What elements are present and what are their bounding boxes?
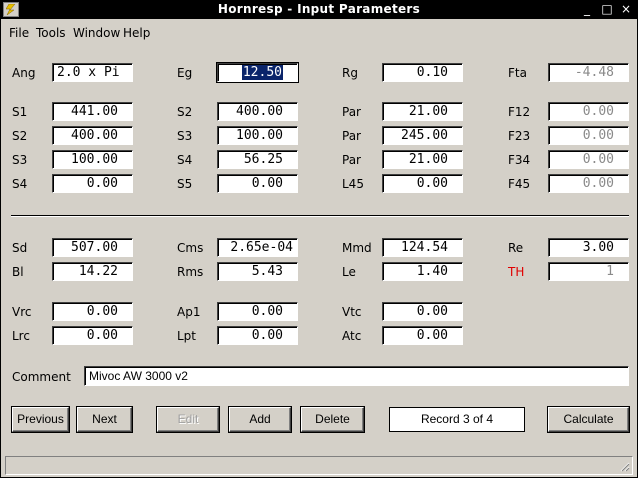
label-comment: Comment (12, 370, 71, 384)
menu-bar: File Tools Window Help (1, 23, 637, 43)
field-f45: 0.00 (548, 174, 629, 193)
label-atc: Atc (342, 329, 362, 343)
label-f45: F45 (508, 177, 531, 191)
label-th: TH (508, 265, 525, 279)
label-s4: S4 (12, 177, 28, 191)
field-lrc[interactable]: 0.00 (52, 326, 133, 345)
label-s3: S3 (12, 153, 28, 167)
label-par-2: Par (342, 129, 361, 143)
label-s1: S1 (12, 105, 28, 119)
label-re: Re (508, 241, 524, 255)
field-l45[interactable]: 0.00 (382, 174, 463, 193)
label-sd: Sd (12, 241, 28, 255)
resize-grip-icon[interactable] (618, 460, 630, 472)
field-bl[interactable]: 14.22 (52, 262, 133, 281)
label-s2-b: S2 (177, 105, 193, 119)
label-s2: S2 (12, 129, 28, 143)
field-rg[interactable]: 0.10 (382, 63, 463, 82)
field-re[interactable]: 3.00 (548, 238, 629, 257)
label-lrc: Lrc (12, 329, 30, 343)
label-ang: Ang (12, 66, 36, 80)
previous-button[interactable]: Previous (12, 407, 69, 432)
calculate-button[interactable]: Calculate (548, 407, 629, 432)
label-le: Le (342, 265, 356, 279)
field-s5[interactable]: 0.00 (217, 174, 298, 193)
field-rms[interactable]: 5.43 (217, 262, 298, 281)
menu-file[interactable]: File (9, 26, 29, 40)
field-eg[interactable]: 12.50 (216, 62, 299, 83)
label-s3-b: S3 (177, 129, 193, 143)
field-eg-selected-text: 12.50 (241, 65, 283, 80)
label-bl: Bl (12, 265, 24, 279)
field-le[interactable]: 1.40 (382, 262, 463, 281)
label-par-3: Par (342, 153, 361, 167)
field-atc[interactable]: 0.00 (382, 326, 463, 345)
field-cms[interactable]: 2.65e-04 (217, 238, 298, 257)
hornresp-window: Hornresp - Input Parameters _ □ × File T… (0, 0, 638, 478)
label-l45: L45 (342, 177, 364, 191)
field-s3-b[interactable]: 100.00 (217, 126, 298, 145)
field-vrc[interactable]: 0.00 (52, 302, 133, 321)
label-par-1: Par (342, 105, 361, 119)
label-ap1: Ap1 (177, 305, 201, 319)
field-par-1[interactable]: 21.00 (382, 102, 463, 121)
field-lpt[interactable]: 0.00 (217, 326, 298, 345)
field-s4-b[interactable]: 56.25 (217, 150, 298, 169)
label-lpt: Lpt (177, 329, 197, 343)
label-eg: Eg (177, 66, 193, 80)
field-th: 1 (548, 262, 629, 281)
field-mmd[interactable]: 124.54 (382, 238, 463, 257)
field-s1[interactable]: 441.00 (52, 102, 133, 121)
menu-help[interactable]: Help (123, 26, 150, 40)
edit-button: Edit (157, 407, 219, 432)
field-par-3[interactable]: 21.00 (382, 150, 463, 169)
label-fta: Fta (508, 66, 527, 80)
label-f12: F12 (508, 105, 531, 119)
add-button[interactable]: Add (229, 407, 291, 432)
field-f12: 0.00 (548, 102, 629, 121)
field-s2[interactable]: 400.00 (52, 126, 133, 145)
field-f23: 0.00 (548, 126, 629, 145)
field-s2-b[interactable]: 400.00 (217, 102, 298, 121)
status-bar (5, 456, 633, 475)
field-s3[interactable]: 100.00 (52, 150, 133, 169)
record-indicator: Record 3 of 4 (389, 407, 525, 432)
maximize-icon[interactable]: □ (599, 2, 615, 17)
comment-field[interactable]: Mivoc AW 3000 v2 (84, 366, 629, 386)
label-vtc: Vtc (342, 305, 362, 319)
label-s4-b: S4 (177, 153, 193, 167)
label-cms: Cms (177, 241, 204, 255)
title-bar[interactable]: Hornresp - Input Parameters _ □ × (1, 1, 637, 19)
label-vrc: Vrc (12, 305, 32, 319)
delete-button[interactable]: Delete (301, 407, 364, 432)
menu-window[interactable]: Window (73, 26, 120, 40)
label-rms: Rms (177, 265, 204, 279)
field-f34: 0.00 (548, 150, 629, 169)
label-f23: F23 (508, 129, 531, 143)
field-sd[interactable]: 507.00 (52, 238, 133, 257)
menu-tools[interactable]: Tools (36, 26, 66, 40)
next-button[interactable]: Next (77, 407, 132, 432)
label-rg: Rg (342, 66, 358, 80)
close-icon[interactable]: × (618, 2, 634, 17)
label-s5: S5 (177, 177, 193, 191)
field-fta: -4.48 (548, 63, 629, 82)
field-par-2[interactable]: 245.00 (382, 126, 463, 145)
section-divider (11, 215, 629, 217)
field-ang[interactable]: 2.0 x Pi (52, 63, 133, 82)
field-s4[interactable]: 0.00 (52, 174, 133, 193)
field-ap1[interactable]: 0.00 (217, 302, 298, 321)
field-vtc[interactable]: 0.00 (382, 302, 463, 321)
window-title: Hornresp - Input Parameters (217, 2, 421, 16)
label-f34: F34 (508, 153, 531, 167)
minimize-icon[interactable]: _ (579, 2, 595, 17)
label-mmd: Mmd (342, 241, 372, 255)
